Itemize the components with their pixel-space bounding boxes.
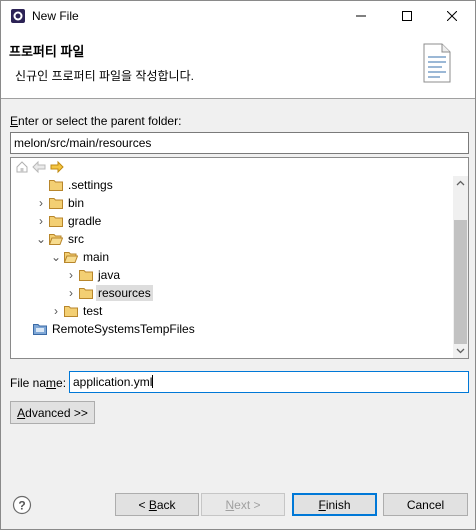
advanced-button[interactable]: Advanced >> [10, 401, 95, 424]
eclipse-icon [11, 9, 25, 23]
text-cursor [152, 375, 154, 388]
help-icon[interactable]: ? [12, 495, 32, 515]
forward-icon[interactable] [50, 160, 64, 174]
chevron-down-icon[interactable]: ⌄ [50, 248, 62, 266]
minimize-icon [356, 15, 366, 17]
tree-item-test[interactable]: › test [11, 302, 452, 320]
parent-folder-input[interactable]: melon/src/main/resources [10, 132, 469, 154]
maximize-button[interactable] [384, 1, 430, 31]
file-name-input[interactable]: application.yml [69, 371, 469, 393]
chevron-down-icon[interactable]: ⌄ [35, 230, 47, 248]
folder-icon [49, 180, 63, 191]
tree-item-java[interactable]: › java [11, 266, 452, 284]
tree-item-label: gradle [68, 214, 102, 228]
chevron-right-icon[interactable]: › [65, 266, 77, 284]
chevron-right-icon[interactable]: › [65, 284, 77, 302]
tree-item-label: bin [68, 196, 85, 210]
expander[interactable] [35, 176, 47, 194]
tree-item-gradle[interactable]: › gradle [11, 212, 452, 230]
finish-button[interactable]: Finish [292, 493, 377, 516]
chevron-right-icon[interactable]: › [35, 194, 47, 212]
parent-folder-label: Enter or select the parent folder: [10, 114, 182, 128]
tree-item-settings[interactable]: .settings [11, 176, 452, 194]
new-file-dialog: New File 프로퍼티 파일 신규인 프로퍼티 파일을 작성합니다. Ent… [0, 0, 476, 530]
file-name-label: File name: [10, 376, 67, 390]
tree-item-main[interactable]: ⌄ main [11, 248, 452, 266]
folder-tree[interactable]: .settings › bin › gradle ⌄ src ⌄ main › … [10, 157, 469, 359]
maximize-icon [402, 11, 412, 21]
next-button[interactable]: Next > [201, 493, 285, 516]
wizard-title: 프로퍼티 파일 [9, 44, 85, 59]
tree-item-label: java [98, 268, 121, 282]
tree-item-resources[interactable]: › resources [11, 284, 452, 302]
home-icon[interactable] [15, 160, 29, 174]
folder-icon [79, 270, 93, 281]
tree-item-label: test [83, 304, 103, 318]
folder-icon [49, 198, 63, 209]
tree-item-label: main [83, 250, 110, 264]
close-icon [447, 11, 457, 21]
chevron-right-icon[interactable]: › [50, 302, 62, 320]
tree-scrollbar[interactable] [453, 176, 468, 358]
cancel-button[interactable]: Cancel [383, 493, 468, 516]
folder-icon [79, 288, 93, 299]
project-icon [33, 324, 47, 335]
folder-open-icon [64, 252, 78, 263]
close-button[interactable] [429, 1, 475, 31]
folder-icon [49, 216, 63, 227]
back-button[interactable]: < Back [115, 493, 199, 516]
title-bar: New File [1, 1, 475, 31]
scrollbar-thumb[interactable] [454, 220, 467, 344]
back-icon[interactable] [32, 160, 46, 174]
tree-item-bin[interactable]: › bin [11, 194, 452, 212]
tree-item-label: src [68, 232, 84, 246]
tree-item-label: RemoteSystemsTempFiles [52, 322, 195, 336]
tree-item-src[interactable]: ⌄ src [11, 230, 452, 248]
scroll-up-icon[interactable] [456, 180, 465, 186]
tree-item-label: .settings [68, 178, 113, 192]
tree-item-remote-systems-temp-files[interactable]: RemoteSystemsTempFiles [11, 320, 452, 338]
minimize-button[interactable] [338, 1, 384, 31]
tree-item-label-selected: resources [96, 285, 153, 301]
tree-toolbar [11, 158, 468, 176]
scroll-down-icon[interactable] [456, 348, 465, 354]
folder-open-icon [49, 234, 63, 245]
expander[interactable] [19, 320, 31, 338]
folder-icon [64, 306, 78, 317]
tree-list: .settings › bin › gradle ⌄ src ⌄ main › … [11, 176, 452, 358]
chevron-right-icon[interactable]: › [35, 212, 47, 230]
properties-file-icon [423, 43, 451, 83]
wizard-header: 프로퍼티 파일 신규인 프로퍼티 파일을 작성합니다. [1, 31, 475, 99]
wizard-description: 신규인 프로퍼티 파일을 작성합니다. [15, 69, 194, 83]
svg-text:?: ? [18, 499, 25, 513]
window-title: New File [32, 9, 79, 23]
